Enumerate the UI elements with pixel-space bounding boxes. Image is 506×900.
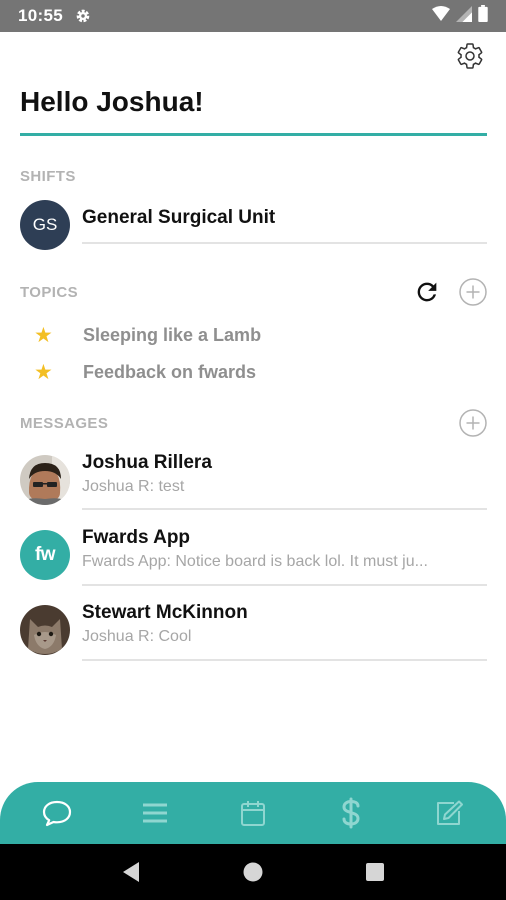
messages-label: MESSAGES [20, 415, 109, 432]
gear-icon [457, 43, 483, 69]
menu-icon [143, 803, 167, 823]
add-icon [459, 409, 487, 437]
tab-calendar[interactable] [223, 788, 283, 838]
tab-messages[interactable] [27, 788, 87, 838]
add-message-button[interactable] [458, 408, 488, 438]
topic-item[interactable]: ★ Sleeping like a Lamb [34, 320, 261, 350]
wifi-icon [432, 6, 450, 26]
system-nav-bar [0, 844, 506, 900]
back-icon [123, 862, 139, 882]
home-icon [243, 862, 263, 882]
refresh-icon [417, 282, 437, 302]
tab-compose[interactable] [419, 788, 479, 838]
home-button[interactable] [233, 852, 273, 892]
message-name: Fwards App [82, 527, 191, 548]
status-time: 10:55 [18, 6, 63, 25]
status-icons [432, 5, 488, 27]
bottom-tab-bar [0, 782, 506, 844]
divider [82, 508, 487, 510]
signal-icon [456, 5, 472, 27]
settings-icon [75, 8, 91, 24]
recents-icon [366, 863, 384, 881]
battery-icon [478, 5, 488, 27]
refresh-button[interactable] [411, 276, 443, 308]
topic-label: Sleeping like a Lamb [83, 324, 262, 345]
message-preview: Fwards App: Notice board is back lol. It… [82, 553, 428, 570]
message-preview: Joshua R: Cool [82, 628, 192, 645]
star-icon: ★ [34, 323, 53, 347]
topic-item[interactable]: ★ Feedback on fwards [34, 357, 256, 387]
avatar [20, 605, 70, 655]
add-icon [459, 278, 487, 306]
tab-menu[interactable] [125, 788, 185, 838]
settings-button[interactable] [454, 40, 486, 72]
add-topic-button[interactable] [458, 277, 488, 307]
topic-label: Feedback on fwards [83, 361, 257, 382]
divider [82, 242, 487, 244]
recents-button[interactable] [355, 852, 395, 892]
message-name: Stewart McKinnon [82, 602, 248, 623]
star-icon: ★ [34, 360, 53, 384]
message-preview: Joshua R: test [82, 478, 185, 495]
page-title: Hello Joshua! [20, 86, 204, 117]
shifts-label: SHIFTS [20, 168, 76, 185]
divider [82, 584, 487, 586]
edit-icon [437, 800, 463, 825]
fwards-logo-avatar: fw [20, 530, 70, 580]
shift-name: General Surgical Unit [82, 207, 276, 228]
topics-label: TOPICS [20, 284, 78, 301]
shift-avatar: GS [20, 200, 70, 250]
tab-payments[interactable] [321, 788, 381, 838]
title-divider [20, 133, 487, 136]
divider [82, 659, 487, 661]
chat-bubble-icon [42, 800, 72, 827]
avatar [20, 455, 70, 505]
back-button[interactable] [111, 852, 151, 892]
calendar-icon [241, 801, 265, 826]
message-name: Joshua Rillera [82, 452, 212, 473]
status-bar: 10:55 [0, 0, 506, 32]
dollar-icon [342, 797, 360, 829]
